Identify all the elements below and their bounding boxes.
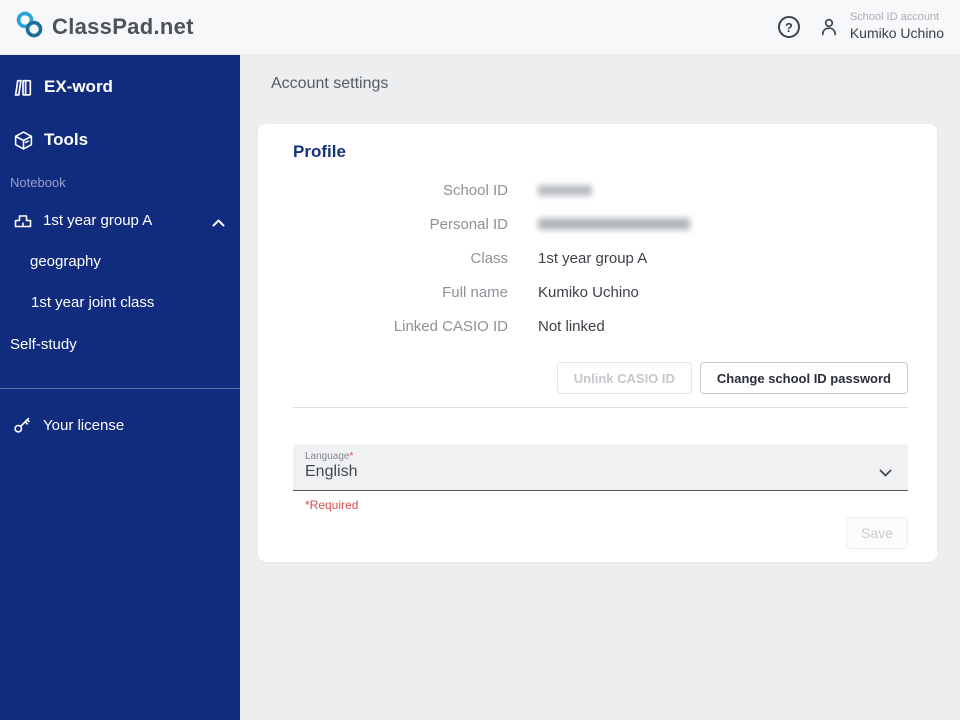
profile-actions: Unlink CASIO ID Change school ID passwor…: [293, 362, 908, 394]
field-label: Class: [470, 249, 508, 267]
sidebar-item-geography[interactable]: geography: [30, 246, 101, 276]
sidebar-item-ex-word[interactable]: EX-word: [13, 70, 113, 104]
required-asterisk: *: [349, 451, 354, 462]
page-title: Account settings: [271, 75, 389, 92]
redacted-school-id-value: [538, 184, 592, 196]
profile-row-class: Class 1st year group A: [293, 241, 908, 275]
sidebar-label-geography: geography: [30, 252, 101, 270]
sidebar-item-group-a[interactable]: 1st year group A: [13, 202, 227, 238]
main-content: Account settings Profile School ID Perso…: [240, 55, 960, 720]
user-icon: [817, 15, 841, 39]
redacted-personal-id-value: [538, 218, 690, 230]
help-icon[interactable]: ?: [777, 16, 800, 38]
unlink-casio-id-button[interactable]: Unlink CASIO ID: [556, 362, 692, 394]
change-school-id-password-button[interactable]: Change school ID password: [699, 362, 908, 394]
field-value: Not linked: [538, 317, 605, 335]
profile-row-linked-casio-id: Linked CASIO ID Not linked: [293, 309, 908, 343]
cube-icon: [13, 130, 34, 151]
language-select-label: Language*: [305, 451, 354, 462]
chevron-down-icon: [879, 464, 892, 482]
sidebar-label-group-a: 1st year group A: [43, 211, 153, 229]
field-label: Full name: [442, 283, 508, 301]
profile-fields: School ID Personal ID Class 1st year gro…: [293, 173, 908, 343]
profile-card: Profile School ID Personal ID Class 1st …: [258, 124, 937, 562]
sidebar-label-tools: Tools: [44, 130, 89, 149]
help-glyph: ?: [784, 19, 793, 35]
language-select-value: English: [305, 463, 358, 480]
save-row: Save: [293, 517, 908, 549]
chevron-up-icon: [212, 214, 225, 232]
sidebar-label-your-license: Your license: [43, 416, 125, 434]
sidebar-label-self-study: Self-study: [10, 335, 77, 353]
school-icon: [13, 210, 33, 230]
sidebar-section-notebook: Notebook: [10, 175, 66, 190]
field-label: Personal ID: [429, 215, 508, 233]
field-label: Linked CASIO ID: [393, 317, 508, 335]
profile-section-title: Profile: [293, 142, 346, 161]
key-icon: [12, 415, 32, 435]
sidebar-divider: [0, 388, 240, 389]
sidebar-item-joint-class[interactable]: 1st year joint class: [31, 287, 154, 317]
sidebar-label-ex-word: EX-word: [44, 77, 113, 96]
classpad-logo[interactable]: ClassPad.net: [16, 11, 194, 43]
profile-row-school-id: School ID: [293, 173, 908, 207]
dictionary-icon: [13, 77, 34, 98]
profile-row-personal-id: Personal ID: [293, 207, 908, 241]
account-menu[interactable]: School ID account Kumiko Uchino: [850, 11, 944, 42]
language-select[interactable]: Language* English: [293, 444, 908, 491]
field-label: School ID: [442, 181, 508, 199]
field-value: Kumiko Uchino: [538, 283, 639, 301]
sidebar: EX-word Tools Notebook 1st year group A: [0, 55, 240, 720]
logo-text: ClassPad.net: [52, 14, 194, 39]
classpad-logo-icon: [16, 11, 43, 43]
required-note: *Required: [305, 498, 359, 512]
sidebar-item-self-study[interactable]: Self-study: [10, 329, 77, 359]
app-header: ClassPad.net ? School ID account Kumiko …: [0, 0, 960, 55]
profile-row-full-name: Full name Kumiko Uchino: [293, 275, 908, 309]
sidebar-item-your-license[interactable]: Your license: [12, 410, 124, 440]
sidebar-label-joint-class: 1st year joint class: [31, 293, 155, 311]
sidebar-item-tools[interactable]: Tools: [13, 123, 88, 157]
save-button[interactable]: Save: [846, 517, 908, 549]
field-value: 1st year group A: [538, 249, 648, 267]
account-name-label: Kumiko Uchino: [849, 25, 944, 42]
section-divider: [293, 407, 908, 408]
account-type-label: School ID account: [849, 11, 940, 24]
